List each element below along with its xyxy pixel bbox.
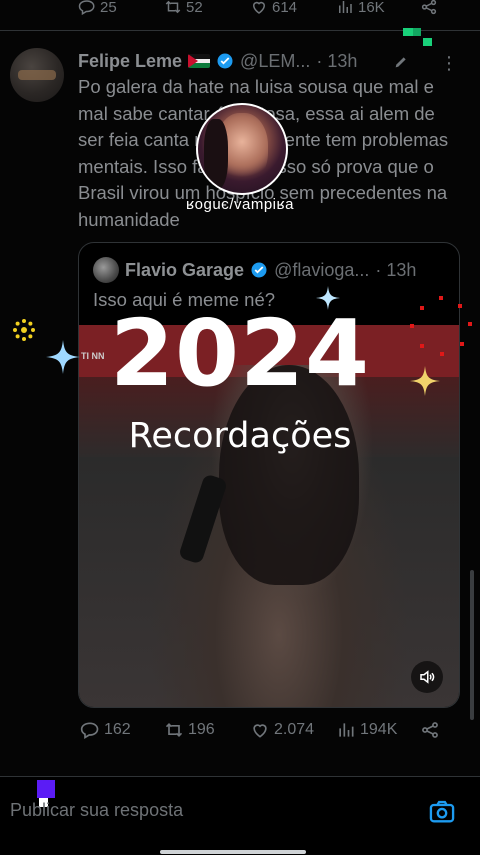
overlay-subtitle: Recordações <box>128 416 352 456</box>
sparkle-icon <box>410 366 440 396</box>
reply-icon <box>78 0 95 16</box>
tweet-actions: 162 196 2.074 194K <box>78 720 458 746</box>
quoted-tweet-header: Flavio Garage @flavioga... · 13h <box>125 257 455 283</box>
like-action[interactable]: 614 <box>250 0 297 16</box>
pixel-deco <box>37 780 55 798</box>
edit-icon <box>395 57 406 68</box>
more-options-icon[interactable]: ⋮ <box>440 53 458 74</box>
views-icon <box>339 1 352 13</box>
sparkle-icon <box>316 286 340 310</box>
mute-button[interactable] <box>411 661 443 693</box>
views-count: 194K <box>360 721 398 738</box>
tweet-time[interactable]: · 13h <box>316 51 357 72</box>
share-action[interactable] <box>420 720 440 740</box>
verified-badge-icon <box>251 262 267 278</box>
quoted-author-name[interactable]: Flavio Garage <box>125 260 244 281</box>
retweet-action[interactable]: 196 <box>164 720 215 740</box>
reply-icon <box>80 722 99 739</box>
story-username: ʁoguє/vampiʁa <box>186 196 294 213</box>
author-handle[interactable]: @LEM... <box>240 51 310 72</box>
camera-icon[interactable] <box>428 798 456 826</box>
palestine-flag-icon <box>188 54 211 68</box>
author-avatar[interactable] <box>10 48 64 102</box>
screen: 25 52 614 16K Felipe Leme @LEM... · 13h … <box>0 0 480 855</box>
share-icon <box>421 0 437 15</box>
retweet-count: 52 <box>186 0 203 16</box>
story-avatar[interactable] <box>196 103 288 195</box>
like-count: 2.074 <box>274 721 315 738</box>
author-name[interactable]: Felipe Leme <box>78 51 182 72</box>
quoted-author-avatar[interactable] <box>93 257 119 283</box>
quoted-author-handle[interactable]: @flavioga... <box>274 260 369 281</box>
quoted-tweet-time[interactable]: · 13h <box>375 260 416 281</box>
retweet-icon <box>165 722 183 738</box>
heart-icon <box>252 1 266 14</box>
retweet-count: 196 <box>188 721 215 738</box>
views-action[interactable]: 194K <box>336 720 397 740</box>
views-count: 16K <box>358 0 385 16</box>
speaker-icon <box>420 670 435 684</box>
reply-input[interactable]: Publicar sua resposta <box>10 800 410 826</box>
like-count: 614 <box>272 0 298 16</box>
like-action[interactable]: 2.074 <box>250 720 314 740</box>
pixel-deco <box>403 28 413 36</box>
share-icon <box>422 722 438 738</box>
sun-icon <box>13 319 35 341</box>
reply-count: 25 <box>100 0 117 16</box>
heart-icon <box>253 724 267 738</box>
retweet-icon <box>165 0 181 14</box>
sparkle-icon <box>46 340 80 374</box>
share-action[interactable] <box>420 0 438 16</box>
reply-count: 162 <box>104 721 131 738</box>
pixel-deco <box>413 28 421 36</box>
verified-badge-icon <box>217 53 233 69</box>
scrollbar[interactable] <box>470 570 474 720</box>
firework-icon <box>410 296 472 356</box>
reply-action[interactable]: 162 <box>80 720 131 740</box>
pixel-deco <box>423 38 432 46</box>
home-indicator <box>160 850 306 854</box>
views-action[interactable]: 16K <box>336 0 385 16</box>
previous-tweet-actions: 25 52 614 16K <box>0 0 480 18</box>
retweet-action[interactable]: 52 <box>164 0 203 16</box>
views-icon <box>339 723 354 737</box>
reply-action[interactable]: 25 <box>78 0 117 16</box>
